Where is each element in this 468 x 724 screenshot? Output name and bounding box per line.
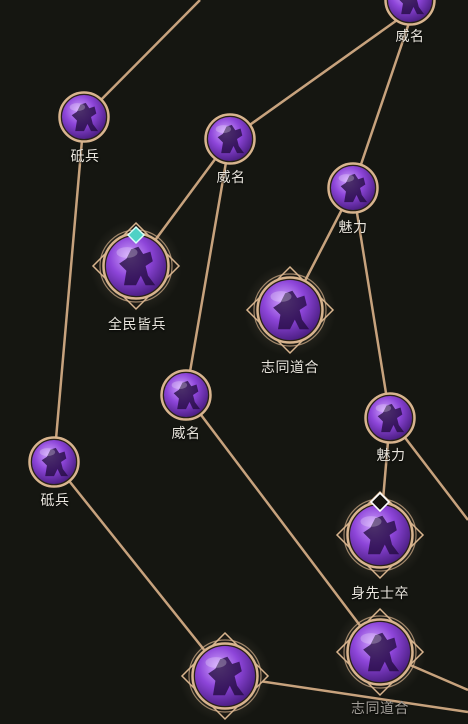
node-label: 志同道合 [351,701,409,717]
connector-lines [52,0,468,714]
node-highlight [205,657,227,668]
node-label: 身先士卒 [351,586,409,602]
skill-node-shenxian[interactable] [334,489,426,581]
node-highlight [375,404,392,413]
node-highlight [338,174,355,183]
node-highlight [360,516,382,527]
skill-node-bottom-mid[interactable] [179,630,271,722]
skill-node-zhitong-1[interactable] [244,264,336,356]
skill-node-left-top[interactable] [58,91,110,143]
skill-node-mid-top[interactable] [204,113,256,165]
node-highlight [270,291,292,302]
node-highlight [69,103,86,112]
node-highlight [171,381,188,390]
node-highlight [360,633,382,644]
connector-line [52,116,86,463]
node-label: 全民皆兵 [108,317,166,333]
node-label: 志同道合 [261,360,319,376]
node-highlight [39,448,56,457]
node-label: 砥兵 [40,493,70,509]
node-label: 砥兵 [70,149,100,165]
node-label: 威名 [171,426,201,442]
skill-node-zhitong-2[interactable] [334,606,426,698]
skill-tree-canvas [28,0,468,722]
skill-node-left-lower[interactable] [28,436,80,488]
node-label: 威名 [395,29,425,45]
skill-node-top-right[interactable] [384,0,436,26]
skill-node-mid-lower[interactable] [160,369,212,421]
node-label: 魅力 [338,220,368,236]
node-label: 魅力 [376,448,406,464]
skill-node-quanmin[interactable] [90,220,182,312]
node-highlight [215,125,232,134]
node-label: 威名 [216,170,246,186]
skill-node-right-upper[interactable] [327,162,379,214]
node-highlight [116,247,138,258]
skill-node-right-mid[interactable] [364,392,416,444]
